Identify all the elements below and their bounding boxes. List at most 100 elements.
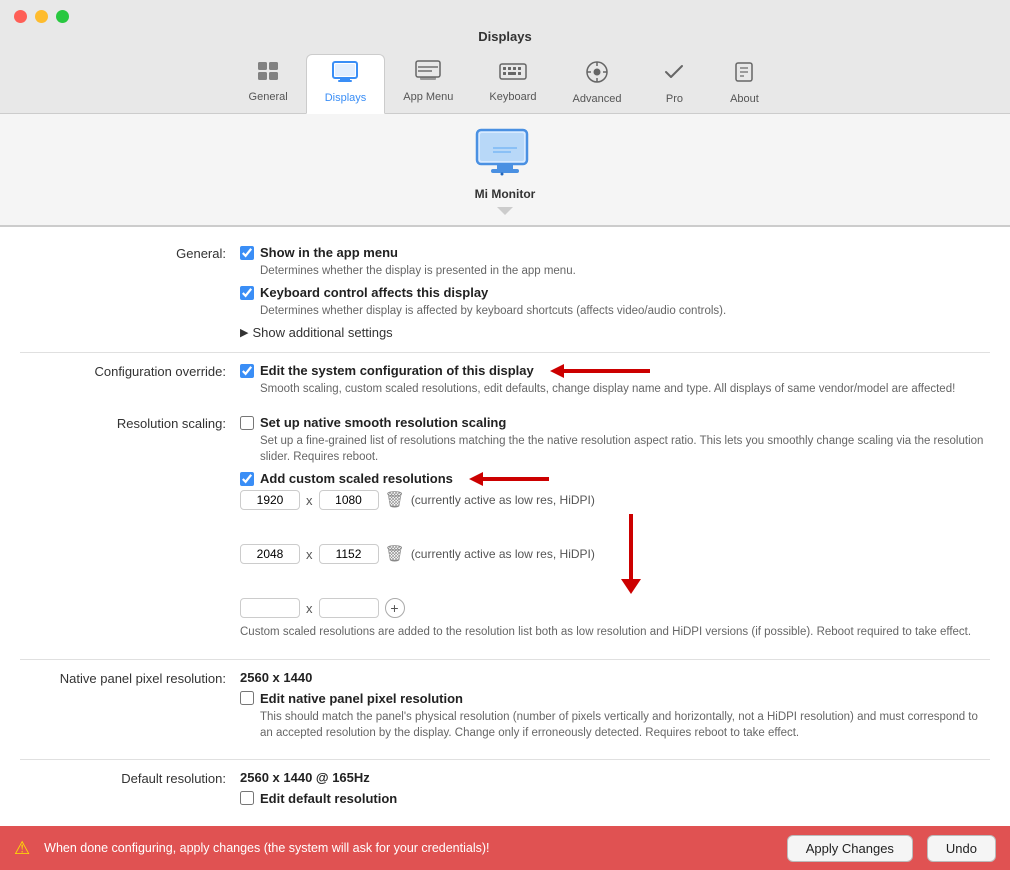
divider-2 bbox=[20, 659, 990, 660]
edit-default-row: Edit default resolution bbox=[240, 791, 990, 806]
native-panel-label: Native panel pixel resolution: bbox=[20, 670, 240, 686]
tab-about-label: About bbox=[730, 93, 759, 105]
maximize-button[interactable] bbox=[56, 10, 69, 23]
keyboard-control-checkbox[interactable] bbox=[240, 286, 254, 300]
monitor-triangle bbox=[497, 207, 513, 215]
show-in-app-menu-checkbox[interactable] bbox=[240, 246, 254, 260]
tab-displays[interactable]: Displays bbox=[306, 54, 386, 114]
resolution-row-1: x 🗑 (currently active as low res, HiDPI) bbox=[240, 490, 990, 510]
general-section: General: Show in the app menu Determines… bbox=[20, 245, 990, 340]
tab-app-menu[interactable]: App Menu bbox=[385, 54, 471, 113]
app-menu-icon bbox=[415, 60, 441, 88]
add-custom-checkbox[interactable] bbox=[240, 472, 254, 486]
keyboard-control-label: Keyboard control affects this display bbox=[260, 285, 488, 300]
tab-general[interactable]: General bbox=[231, 54, 306, 113]
keyboard-control-desc: Determines whether display is affected b… bbox=[260, 303, 990, 319]
res2-width-input[interactable] bbox=[240, 544, 300, 564]
chevron-right-icon: ▶ bbox=[240, 326, 248, 339]
config-override-section: Configuration override: Edit the system … bbox=[20, 363, 990, 403]
edit-system-config-label: Edit the system configuration of this di… bbox=[260, 363, 534, 378]
config-override-content: Edit the system configuration of this di… bbox=[240, 363, 990, 403]
config-override-label: Configuration override: bbox=[20, 363, 240, 379]
warning-text: When done configuring, apply changes (th… bbox=[44, 841, 773, 855]
monitor-name: Mi Monitor bbox=[475, 187, 536, 201]
native-smooth-label: Set up native smooth resolution scaling bbox=[260, 415, 506, 430]
divider-3 bbox=[20, 759, 990, 760]
add-resolution-button[interactable]: + bbox=[385, 598, 405, 618]
show-in-app-menu-label: Show in the app menu bbox=[260, 245, 398, 260]
resolution-scaling-content: Set up native smooth resolution scaling … bbox=[240, 415, 990, 646]
resolution-row-2: x 🗑 (currently active as low res, HiDPI) bbox=[240, 514, 990, 594]
close-button[interactable] bbox=[14, 10, 27, 23]
monitor-display-icon bbox=[475, 128, 535, 183]
tab-about[interactable]: About bbox=[709, 54, 779, 113]
window-title: Displays bbox=[478, 29, 531, 44]
default-resolution-label: Default resolution: bbox=[20, 770, 240, 786]
new-res-height-input[interactable] bbox=[319, 598, 379, 618]
res2-delete-button[interactable]: 🗑 bbox=[385, 544, 405, 564]
window-controls bbox=[14, 10, 69, 23]
tab-advanced-label: Advanced bbox=[573, 93, 622, 105]
undo-button[interactable]: Undo bbox=[927, 835, 996, 862]
res2-height-input[interactable] bbox=[319, 544, 379, 564]
show-in-app-menu-desc: Determines whether the display is presen… bbox=[260, 263, 990, 279]
nav-tabs: General Displays bbox=[231, 54, 780, 113]
tab-advanced[interactable]: Advanced bbox=[555, 54, 640, 113]
res2-note: (currently active as low res, HiDPI) bbox=[411, 547, 595, 561]
native-panel-value: 2560 x 1440 bbox=[240, 670, 990, 685]
res1-x-label: x bbox=[306, 493, 313, 508]
general-content: Show in the app menu Determines whether … bbox=[240, 245, 990, 340]
edit-native-checkbox[interactable] bbox=[240, 691, 254, 705]
main-content: General: Show in the app menu Determines… bbox=[0, 226, 1010, 826]
res1-delete-button[interactable]: 🗑 bbox=[385, 490, 405, 510]
about-icon bbox=[732, 60, 756, 90]
general-label: General: bbox=[20, 245, 240, 261]
pro-icon bbox=[662, 60, 686, 90]
resolution-scaling-section: Resolution scaling: Set up native smooth… bbox=[20, 415, 990, 646]
edit-default-label: Edit default resolution bbox=[260, 791, 397, 806]
default-resolution-content: 2560 x 1440 @ 165Hz Edit default resolut… bbox=[240, 770, 990, 809]
bottom-bar: ⚠ When done configuring, apply changes (… bbox=[0, 826, 1010, 870]
native-smooth-row: Set up native smooth resolution scaling bbox=[240, 415, 990, 430]
show-in-app-menu-row: Show in the app menu bbox=[240, 245, 990, 260]
divider-1 bbox=[20, 352, 990, 353]
edit-system-config-row: Edit the system configuration of this di… bbox=[240, 363, 990, 378]
show-additional-label: Show additional settings bbox=[252, 325, 392, 340]
edit-system-config-checkbox[interactable] bbox=[240, 364, 254, 378]
res1-note: (currently active as low res, HiDPI) bbox=[411, 493, 595, 507]
keyboard-control-row: Keyboard control affects this display bbox=[240, 285, 990, 300]
tab-keyboard[interactable]: Keyboard bbox=[471, 54, 554, 113]
native-smooth-desc: Set up a fine-grained list of resolution… bbox=[260, 433, 990, 465]
arrow-annotation-1 bbox=[550, 364, 650, 378]
arrow-annotation-down bbox=[621, 514, 641, 594]
res2-x-label: x bbox=[306, 547, 313, 562]
native-smooth-checkbox[interactable] bbox=[240, 416, 254, 430]
custom-res-desc: Custom scaled resolutions are added to t… bbox=[240, 624, 990, 640]
arrow-annotation-2 bbox=[469, 472, 549, 486]
edit-native-label: Edit native panel pixel resolution bbox=[260, 691, 463, 706]
tab-keyboard-label: Keyboard bbox=[489, 91, 536, 103]
keyboard-icon bbox=[499, 60, 527, 88]
edit-system-config-desc: Smooth scaling, custom scaled resolution… bbox=[260, 381, 990, 397]
show-additional-toggle[interactable]: ▶ Show additional settings bbox=[240, 325, 990, 340]
native-panel-section: Native panel pixel resolution: 2560 x 14… bbox=[20, 670, 990, 747]
add-custom-row: Add custom scaled resolutions bbox=[240, 471, 990, 486]
edit-native-row: Edit native panel pixel resolution bbox=[240, 691, 990, 706]
new-res-width-input[interactable] bbox=[240, 598, 300, 618]
add-custom-label: Add custom scaled resolutions bbox=[260, 471, 453, 486]
warning-icon: ⚠ bbox=[14, 838, 30, 859]
res1-height-input[interactable] bbox=[319, 490, 379, 510]
edit-native-desc: This should match the panel's physical r… bbox=[260, 709, 990, 741]
apply-changes-button[interactable]: Apply Changes bbox=[787, 835, 913, 862]
new-res-x-label: x bbox=[306, 601, 313, 616]
tab-pro[interactable]: Pro bbox=[639, 54, 709, 113]
edit-default-checkbox[interactable] bbox=[240, 791, 254, 805]
minimize-button[interactable] bbox=[35, 10, 48, 23]
title-bar: Displays General bbox=[0, 0, 1010, 114]
tab-general-label: General bbox=[249, 91, 288, 103]
res1-width-input[interactable] bbox=[240, 490, 300, 510]
tab-displays-label: Displays bbox=[325, 92, 367, 104]
advanced-icon bbox=[585, 60, 609, 90]
resolution-scaling-label: Resolution scaling: bbox=[20, 415, 240, 431]
native-panel-content: 2560 x 1440 Edit native panel pixel reso… bbox=[240, 670, 990, 747]
